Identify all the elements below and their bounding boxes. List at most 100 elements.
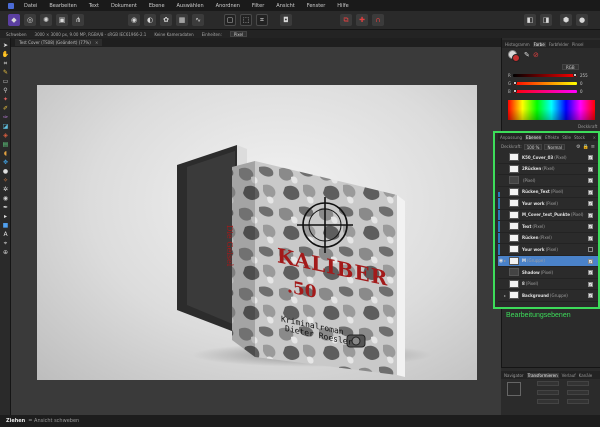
color-mode-select[interactable]: RGB [562,64,579,70]
curves-icon[interactable]: ∿ [192,14,204,26]
tab-styles[interactable]: Stile [562,135,571,140]
close-icon[interactable]: × [95,40,98,45]
canvas-area[interactable]: Die Geisel KALIBER .50 Kriminalroman Die… [11,47,501,415]
selection-mode-icon[interactable]: ▢ [224,14,236,26]
transform-shear-field[interactable] [567,399,589,404]
user-icon[interactable]: ● [576,14,588,26]
quick-mask-icon[interactable]: ◘ [280,14,292,26]
menu-filter[interactable]: Filter [246,3,270,9]
menu-ebene[interactable]: Ebene [143,3,171,9]
menu-fenster[interactable]: Fenster [301,3,332,9]
layer-visibility-checkbox[interactable]: ✓ [588,235,593,241]
slider-r-value[interactable]: 255 [580,73,588,78]
layer-visibility-checkbox[interactable]: ✓ [588,224,593,229]
magnet-icon[interactable]: ∩ [372,14,384,26]
panel-close-icon[interactable]: × [593,135,596,140]
slider-b-value[interactable]: 0 [580,89,583,94]
gradient-icon[interactable]: ▤ [2,141,9,148]
menu-ansicht[interactable]: Ansicht [270,3,300,9]
slider-g[interactable]: G 0 [508,80,594,86]
develop-persona-icon[interactable]: ✺ [40,14,52,26]
layer-row[interactable]: Your work (Pixel) ✓ [498,198,598,210]
slider-b[interactable]: B 0 [508,88,594,94]
tab-layers[interactable]: Ebenen [525,134,543,140]
tab-history[interactable]: Verlauf [562,373,576,378]
lock-icon[interactable]: 🔒 [583,144,589,150]
layer-row[interactable]: M_Cover_text_Punkte (Pixel) ✓ [498,210,598,221]
tone-mapping-persona-icon[interactable]: ▣ [56,14,68,26]
marquee-tool-icon[interactable]: ▭ [2,78,9,85]
layer-visibility-checkbox[interactable]: ✓ [588,293,593,298]
erase-icon[interactable]: ◪ [2,123,9,130]
opacity-select[interactable]: 100 % [523,143,543,150]
marquee-icon[interactable]: ⬚ [240,14,252,26]
eyedropper-icon[interactable]: ✎ [524,51,530,59]
text-tool-icon[interactable]: A [2,231,9,238]
flood-select-icon[interactable]: ✦ [2,96,9,103]
assistant-icon[interactable]: ✚ [356,14,368,26]
slider-r[interactable]: R 255 [508,72,594,78]
transform-x-field[interactable] [537,381,559,386]
layer-visibility-checkbox[interactable]: ✓ [588,166,593,172]
menu-anordnen[interactable]: Anordnen [210,3,246,9]
color-swatches[interactable] [508,50,520,62]
node-tool-icon[interactable]: ▸ [2,213,9,220]
crop-tool-icon[interactable]: ⌗ [2,60,9,67]
share-icon[interactable]: ⋔ [72,14,84,26]
photo-persona-icon[interactable]: ◆ [8,14,20,26]
selection-brush-icon[interactable]: ✎ [2,69,9,76]
units-select[interactable]: Pixel [229,31,248,37]
dodge-icon[interactable]: ◖ [2,150,9,157]
slider-g-track[interactable] [513,80,577,85]
zoom-tool-icon[interactable]: ⊕ [2,249,9,256]
menu-datei[interactable]: Datei [18,3,43,9]
transform-w-field[interactable] [567,381,589,386]
layer-row[interactable]: Shadow (Pixel) ✓ [498,267,598,279]
tab-swatches[interactable]: Farbfelder [549,42,569,47]
tab-effects[interactable]: Effekte [545,135,559,140]
transform-y-field[interactable] [537,390,559,395]
anchor-grid[interactable] [507,382,521,396]
menu-hilfe[interactable]: Hilfe [331,3,354,9]
layer-visibility-checkbox[interactable]: ✓ [588,201,593,206]
layer-row[interactable]: Text (Pixel) ✓ [498,221,598,233]
levels-icon[interactable]: ▦ [176,14,188,26]
freehand-tool-icon[interactable]: ⚲ [2,87,9,94]
color-picker-icon[interactable]: ⌖ [2,240,9,247]
contrast-icon[interactable]: ◐ [144,14,156,26]
patch-icon[interactable]: ✲ [2,186,9,193]
color-spectrum[interactable] [508,100,595,120]
menu-auswaehlen[interactable]: Auswählen [171,3,210,9]
layer-row[interactable]: ▸ Background (Gruppe) ✓ [498,290,598,302]
adjustment-icon[interactable]: ✿ [160,14,172,26]
layer-row[interactable]: Rücken (Pixel) ✓ [498,233,598,244]
layer-visibility-checkbox[interactable]: ✓ [588,155,593,160]
slider-b-knob[interactable] [513,88,517,93]
move-tool-icon[interactable]: ➤ [2,42,9,49]
settings-gear-icon[interactable]: ⚙ [576,144,580,150]
layer-visibility-checkbox[interactable]: ✓ [588,212,593,218]
liquify-persona-icon[interactable]: ◎ [24,14,36,26]
layer-row[interactable]: ◉ ▸ M (Gruppe) ✓ [498,255,598,267]
transform-h-field[interactable] [567,390,589,395]
blend-mode-select[interactable]: Normal [544,143,565,150]
smudge-icon[interactable]: ✧ [2,177,9,184]
layer-visibility-checkbox[interactable]: ✓ [588,189,593,195]
slider-g-knob[interactable] [513,80,517,85]
layer-visibility-checkbox[interactable]: ✓ [588,270,593,275]
slider-b-track[interactable] [513,88,577,93]
slider-r-knob[interactable] [573,72,577,77]
color-wheel-icon[interactable]: ◉ [128,14,140,26]
pen-tool-icon[interactable]: ✒ [2,204,9,211]
primary-color-swatch[interactable] [512,54,520,62]
layer-visibility-checkbox[interactable] [588,247,593,252]
layer-visibility-checkbox[interactable]: ✓ [588,178,593,183]
layer-row[interactable]: Your work (Pixel) [498,244,598,256]
shape-tool-icon[interactable]: ■ [2,222,9,229]
slider-r-track[interactable] [513,72,577,77]
menu-bearbeiten[interactable]: Bearbeiten [43,3,82,9]
tab-histogram[interactable]: Histogramm [505,42,530,47]
layer-row[interactable]: K50_Cover_03 (Pixel) ✓ [498,152,598,164]
tab-channels[interactable]: Kanäle [579,373,593,378]
tab-color[interactable]: Farbe [532,41,546,47]
